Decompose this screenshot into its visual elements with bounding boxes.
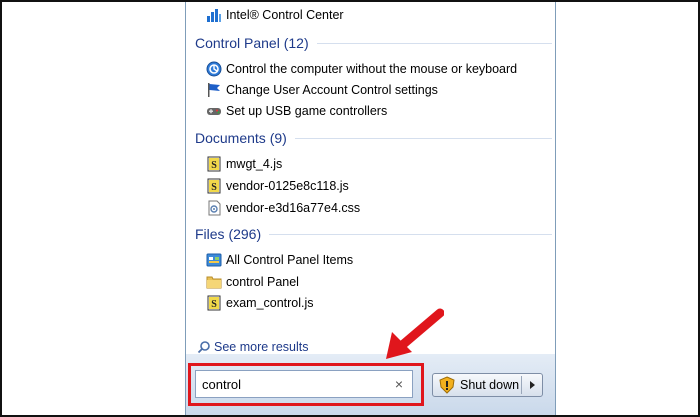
section-header-documents[interactable]: Documents (9) (195, 128, 555, 148)
section-header-files[interactable]: Files (296) (195, 224, 555, 244)
result-usb-game-controllers[interactable]: Set up USB game controllers (206, 101, 387, 121)
screenshot-frame: Intel® Control Center Control Panel (12)… (0, 0, 700, 417)
result-intel-control-center[interactable]: Intel® Control Center (206, 5, 344, 25)
see-more-label: See more results (214, 340, 309, 354)
shut-down-button[interactable]: Shut down (432, 373, 543, 397)
result-label: vendor-0125e8c118.js (226, 179, 349, 193)
control-panel-icon (206, 253, 222, 267)
uac-flag-icon (208, 83, 220, 97)
result-mwgt-4-js[interactable]: S mwgt_4.js (206, 154, 282, 174)
section-header-control-panel[interactable]: Control Panel (12) (195, 33, 555, 53)
css-file-icon (208, 200, 221, 216)
result-label: Set up USB game controllers (226, 104, 388, 118)
result-label: vendor-e3d16a77e4.css (226, 201, 361, 215)
result-label: Change User Account Control settings (226, 83, 438, 97)
result-uac-settings[interactable]: Change User Account Control settings (206, 80, 438, 100)
result-label: Intel® Control Center (226, 8, 344, 22)
section-title: Control Panel (12) (195, 35, 309, 51)
svg-text:S: S (211, 299, 217, 310)
section-divider (269, 233, 552, 235)
ease-of-access-icon (206, 61, 222, 77)
result-exam-control-js[interactable]: S exam_control.js (206, 293, 314, 313)
result-label: All Control Panel Items (226, 253, 354, 267)
result-label: mwgt_4.js (226, 157, 283, 171)
js-file-icon: S (207, 295, 221, 311)
section-title: Files (296) (195, 226, 262, 242)
shield-warning-icon (439, 376, 455, 394)
section-title: Documents (9) (195, 130, 287, 146)
intel-chart-icon (207, 9, 221, 22)
js-file-icon: S (207, 178, 221, 194)
search-icon (197, 341, 210, 354)
js-file-icon: S (207, 156, 221, 172)
result-label: control Panel (226, 275, 299, 289)
svg-text:S: S (211, 160, 217, 171)
result-all-control-panel-items[interactable]: All Control Panel Items (206, 250, 353, 270)
button-separator (521, 376, 522, 394)
section-divider (316, 42, 552, 44)
chevron-right-icon[interactable] (525, 378, 539, 392)
result-control-without-mouse[interactable]: Control the computer without the mouse o… (206, 59, 517, 79)
svg-text:S: S (211, 182, 217, 193)
result-vendor-js[interactable]: S vendor-0125e8c118.js (206, 176, 349, 196)
result-label: exam_control.js (226, 296, 314, 310)
shut-down-label: Shut down (460, 378, 520, 392)
result-label: Control the computer without the mouse o… (226, 62, 518, 76)
highlight-box (188, 363, 424, 406)
folder-icon (206, 276, 222, 289)
pointer-arrow-icon (386, 308, 444, 359)
result-control-panel-folder[interactable]: control Panel (206, 272, 299, 292)
result-vendor-css[interactable]: vendor-e3d16a77e4.css (206, 198, 360, 218)
section-divider (294, 137, 552, 139)
game-controller-icon (207, 108, 221, 115)
